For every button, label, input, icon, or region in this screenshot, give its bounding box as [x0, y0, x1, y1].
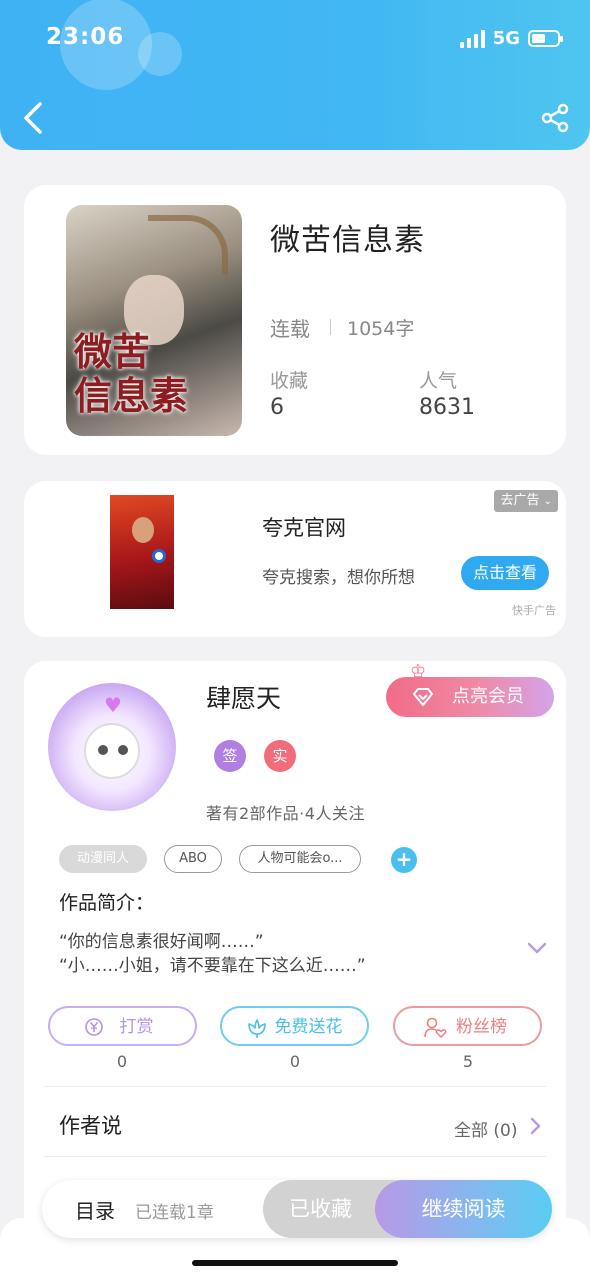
intro-line: “你的信息素很好闻啊……” — [59, 932, 264, 952]
book-word-count: 1054字 — [347, 318, 415, 340]
author-name[interactable]: 肆愿天 — [206, 679, 281, 715]
popularity-label: 人气 — [419, 370, 458, 392]
book-info-card: 微苦 信息素 微苦信息素 连载 1054字 收藏 6 人气 8631 — [24, 185, 566, 455]
cover-title-art: 微苦 信息素 — [74, 329, 189, 418]
status-time: 23:06 — [46, 24, 125, 50]
verified-badge: 实 — [264, 740, 296, 772]
divider — [44, 1156, 546, 1157]
fan-ranking-button[interactable]: 粉丝榜 — [393, 1006, 542, 1046]
remove-ad-label: 去广告 — [500, 493, 540, 508]
heart-icon: ♥ — [104, 693, 122, 717]
ad-description: 夸克搜索，想你所想 — [262, 568, 415, 588]
tag-item[interactable]: ABO — [164, 845, 222, 873]
popularity-value: 8631 — [419, 395, 475, 420]
toc-button[interactable]: 目录 — [75, 1195, 115, 1224]
tag-item[interactable]: 动漫同人 — [59, 845, 147, 873]
ad-title[interactable]: 夸克官网 — [262, 512, 346, 542]
book-cover[interactable]: 微苦 信息素 — [66, 205, 242, 436]
book-title: 微苦信息素 — [270, 223, 425, 258]
continue-reading-button[interactable]: 继续阅读 — [375, 1180, 552, 1238]
collect-label: 收藏 — [270, 370, 309, 392]
ad-card[interactable]: 夸克官网 夸克搜索，想你所想 去广告 ⌄ 点击查看 快手广告 — [24, 481, 566, 637]
tip-button[interactable]: 打赏 — [48, 1006, 197, 1046]
fan-ranking-label: 粉丝榜 — [456, 1017, 507, 1037]
fan-count: 5 — [462, 1052, 474, 1071]
user-heart-icon — [424, 1017, 447, 1038]
tip-count: 0 — [116, 1052, 128, 1071]
divider — [44, 1086, 546, 1087]
tip-label: 打赏 — [119, 1017, 154, 1037]
book-status: 连载 — [270, 317, 310, 341]
status-indicators: 5G — [459, 28, 563, 49]
home-indicator[interactable] — [192, 1260, 398, 1266]
yen-coin-icon — [85, 1018, 103, 1036]
chevron-down-icon: ⌄ — [543, 496, 552, 507]
intro-label: 作品简介： — [59, 892, 155, 914]
vip-button[interactable]: 点亮会员 — [386, 677, 554, 717]
send-flower-button[interactable]: 免费送花 — [220, 1006, 369, 1046]
vip-button-label: 点亮会员 — [452, 686, 524, 707]
send-flower-label: 免费送花 — [274, 1017, 343, 1037]
reader-action-bar: 目录 已连载1章 已收藏 继续阅读 — [42, 1180, 552, 1238]
divider — [330, 319, 331, 335]
network-type: 5G — [492, 28, 520, 49]
chevron-left-icon[interactable] — [20, 100, 50, 136]
top-header: 23:06 5G — [0, 0, 590, 150]
chapter-count: 已连载1章 — [135, 1203, 214, 1223]
author-say-all-link[interactable]: 全部 (0) — [454, 1116, 517, 1141]
diamond-icon — [413, 688, 433, 706]
flower-icon — [248, 1019, 266, 1038]
author-avatar[interactable]: ♥ — [48, 683, 176, 811]
battery-icon — [528, 30, 563, 47]
tag-item[interactable]: 人物可能会o... — [239, 845, 361, 873]
ad-view-button[interactable]: 点击查看 — [461, 556, 549, 590]
ad-source: 快手广告 — [512, 604, 556, 617]
collect-value: 6 — [270, 395, 284, 420]
share-icon[interactable] — [540, 103, 570, 133]
signed-badge: 签 — [214, 740, 246, 772]
add-tag-button[interactable]: + — [391, 847, 417, 873]
remove-ad-button[interactable]: 去广告 ⌄ — [494, 490, 558, 512]
decorative-bubble — [138, 32, 182, 76]
chevron-down-icon[interactable] — [527, 941, 547, 955]
signal-icon — [459, 29, 485, 48]
author-say-title: 作者说 — [59, 1114, 122, 1138]
author-meta: 著有2部作品·4人关注 — [206, 804, 365, 823]
intro-line: “小……小姐，请不要靠在下这么近……” — [59, 956, 366, 976]
flower-count: 0 — [289, 1052, 301, 1071]
ad-image[interactable] — [110, 495, 174, 609]
chevron-right-icon[interactable] — [529, 1117, 541, 1135]
